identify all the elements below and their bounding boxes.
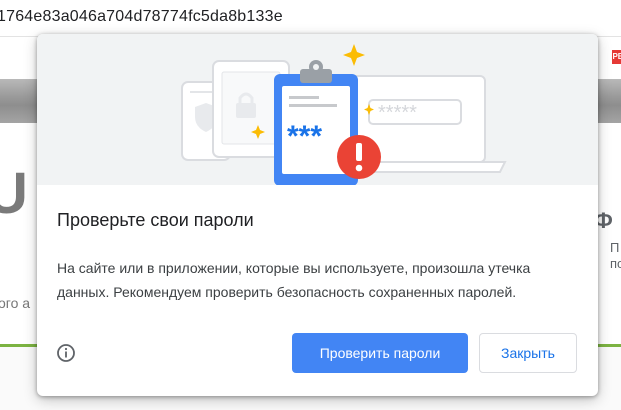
address-bar[interactable]: 1764e83a046a704d78774fc5da8b133e bbox=[0, 0, 621, 37]
close-button[interactable]: Закрыть bbox=[479, 333, 577, 373]
dialog-message: На сайте или в приложении, которые вы ис… bbox=[57, 260, 531, 300]
sparkle-icon bbox=[343, 44, 365, 66]
password-field-icon: ***** bbox=[368, 99, 462, 125]
background-text-line: П bbox=[610, 240, 620, 255]
background-text-line: по bbox=[610, 256, 621, 271]
background-text: ого а bbox=[0, 295, 31, 311]
site-logo-letter: U bbox=[0, 161, 28, 226]
check-passwords-button[interactable]: Проверить пароли bbox=[292, 333, 468, 373]
site-logo[interactable]: РБ bbox=[612, 50, 621, 64]
svg-text:***: *** bbox=[287, 120, 322, 153]
password-leak-dialog: ***** *** Проверьте свои пароли На сайте… bbox=[37, 34, 598, 396]
info-icon[interactable] bbox=[56, 343, 76, 363]
url-text: 1764e83a046a704d78774fc5da8b133e bbox=[0, 8, 283, 25]
svg-text:*****: ***** bbox=[378, 102, 417, 124]
alert-icon bbox=[337, 135, 381, 179]
dialog-illustration: ***** *** bbox=[37, 34, 598, 185]
dialog-title: Проверьте свои пароли bbox=[57, 210, 254, 230]
